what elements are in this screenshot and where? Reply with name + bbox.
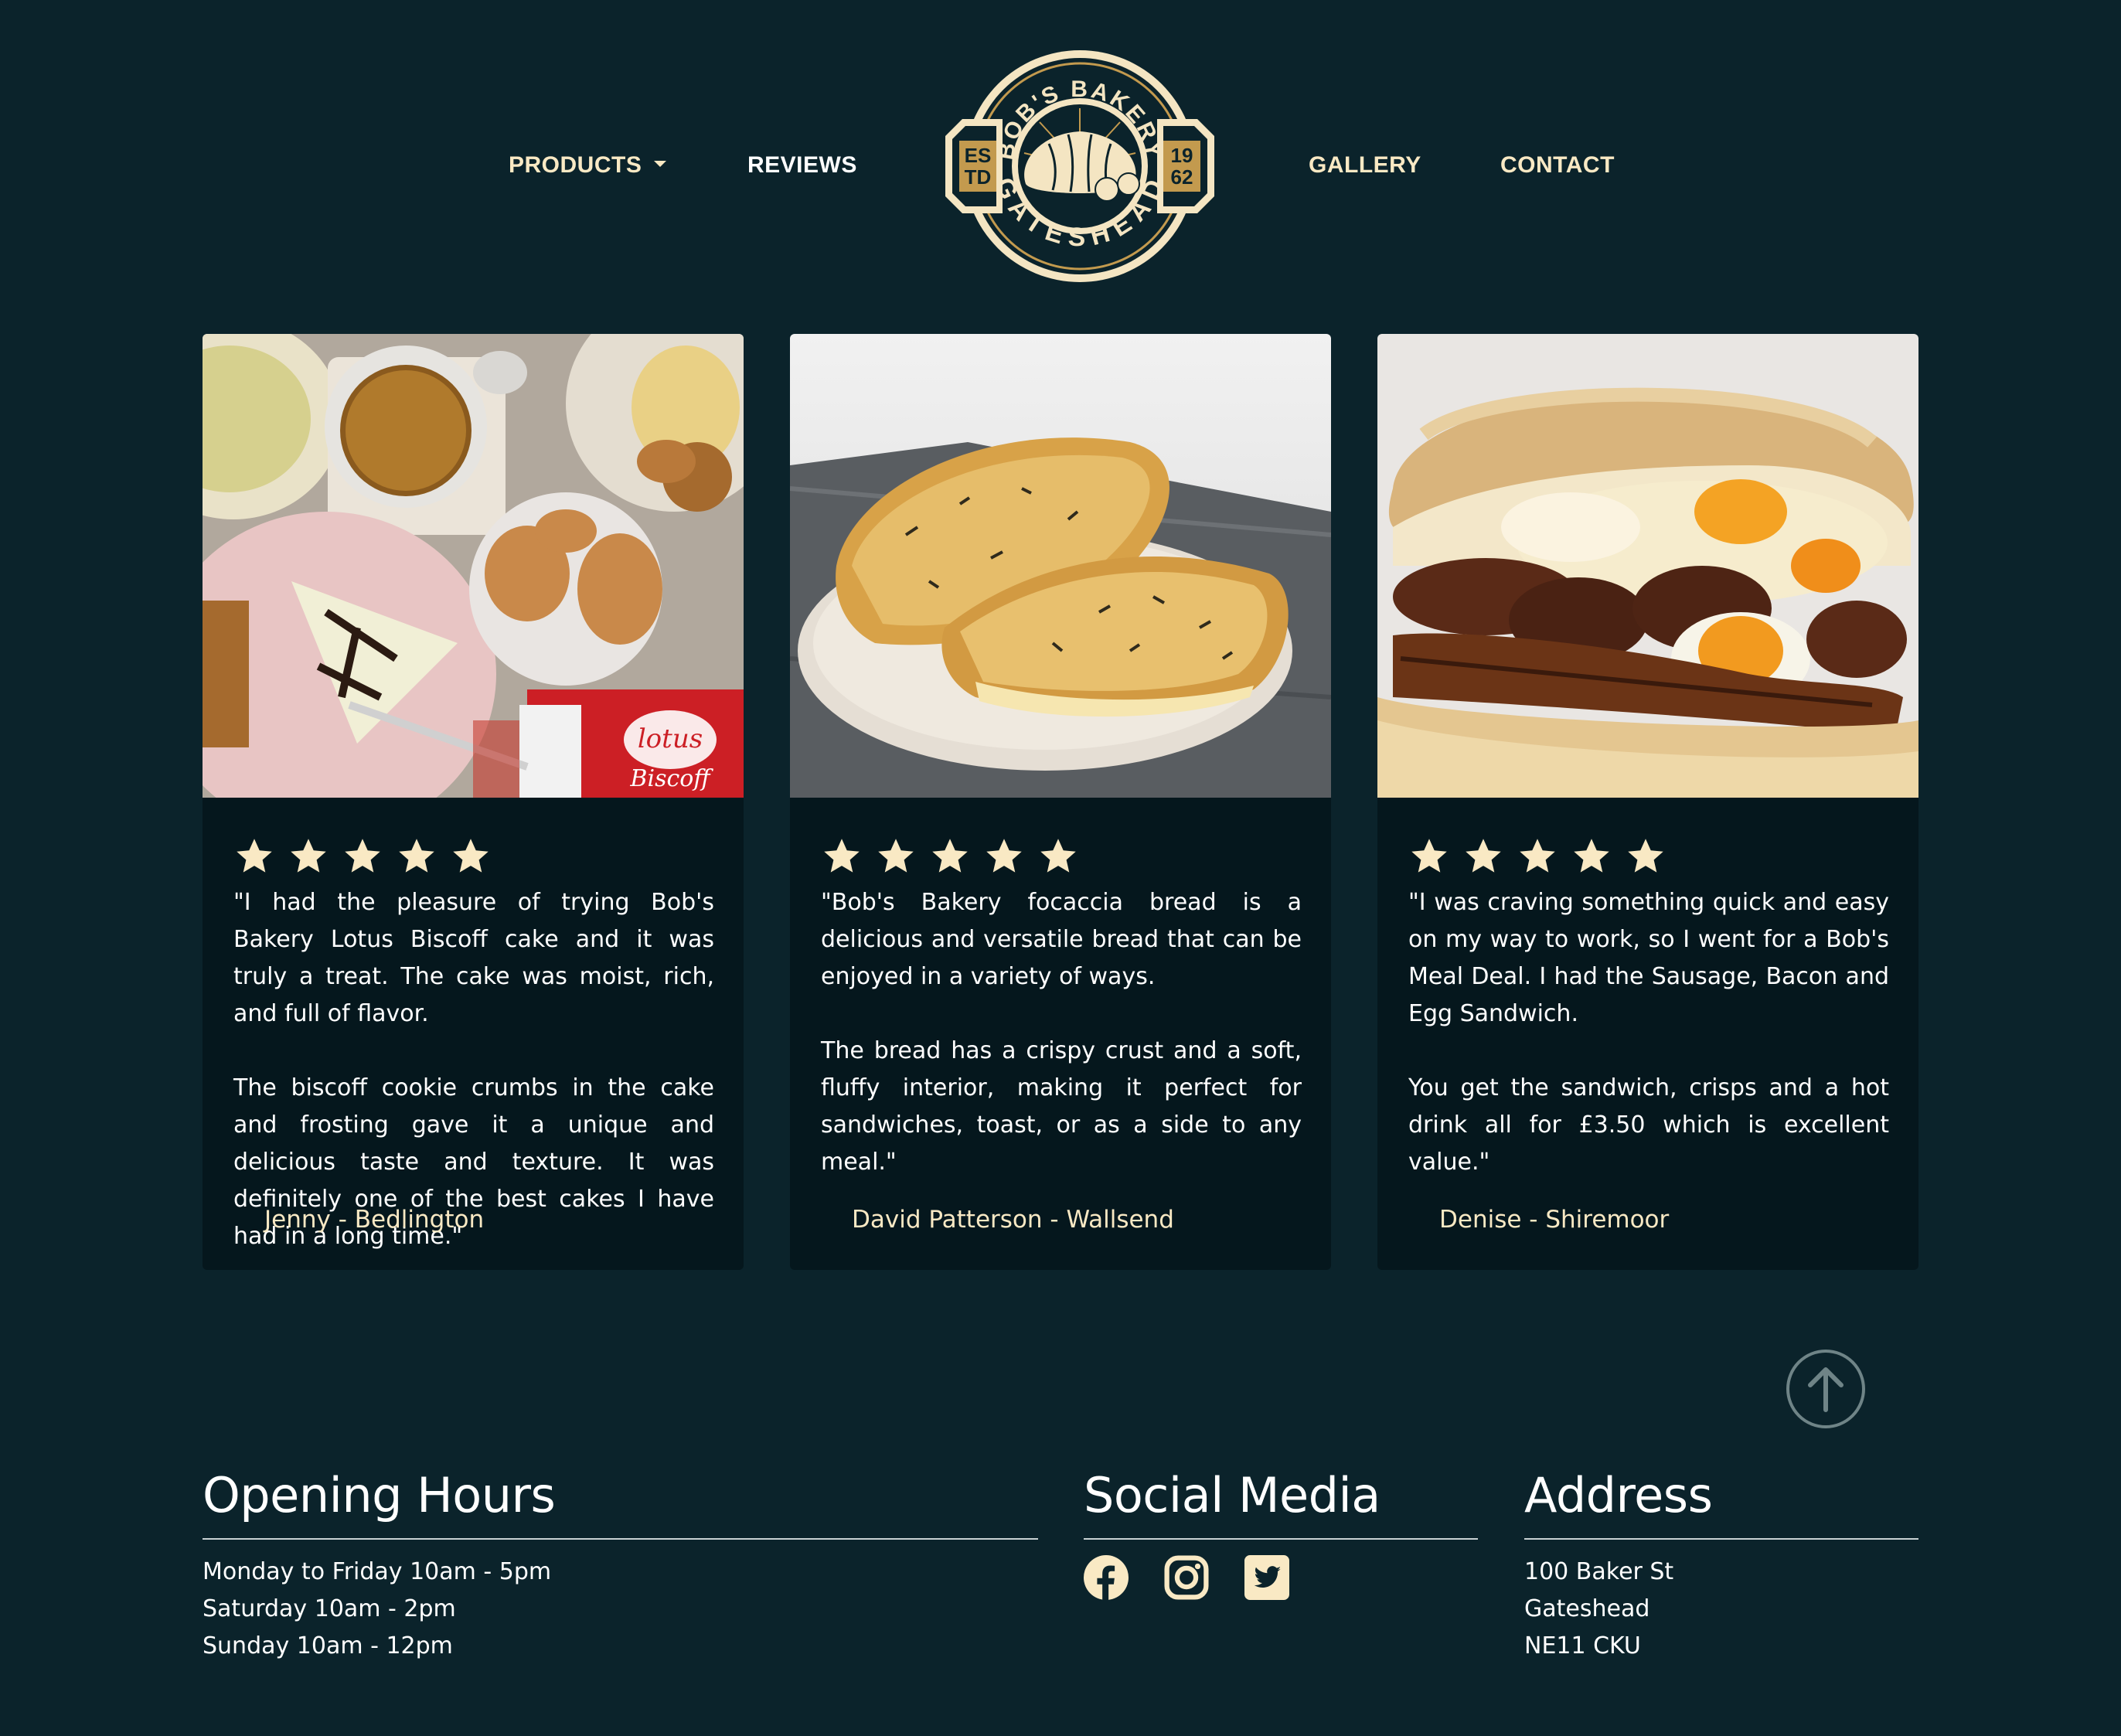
nav-reviews-link[interactable]: REVIEWS xyxy=(747,152,857,179)
divider xyxy=(1524,1538,1918,1540)
logo-emblem: ES TD 19 62 BOB'S BAKERY GATESHEAD xyxy=(945,50,1214,282)
nav-contact-link[interactable]: CONTACT xyxy=(1500,152,1615,179)
review-text: "Bob's Bakery focaccia bread is a delici… xyxy=(821,884,1302,1181)
divider xyxy=(1084,1538,1478,1540)
review-card: "I was craving something quick and easy … xyxy=(1377,334,1918,1270)
star-icon xyxy=(932,839,968,873)
svg-text:lotus: lotus xyxy=(638,723,703,754)
twitter-icon[interactable] xyxy=(1244,1555,1289,1600)
star-icon xyxy=(1520,839,1555,873)
opening-hours-line: Saturday 10am - 2pm xyxy=(203,1595,456,1622)
nav-gallery-link[interactable]: GALLERY xyxy=(1309,152,1421,179)
scroll-to-top-button[interactable] xyxy=(1786,1350,1865,1428)
star-icon xyxy=(1574,839,1609,873)
review-card: "Bob's Bakery focaccia bread is a delici… xyxy=(790,334,1331,1270)
star-icon xyxy=(1411,839,1447,873)
star-icon xyxy=(986,839,1022,873)
star-icon xyxy=(1628,839,1663,873)
instagram-icon[interactable] xyxy=(1164,1555,1209,1600)
review-text: "I had the pleasure of trying Bob's Bake… xyxy=(233,884,714,1255)
address-line: NE11 CKU xyxy=(1524,1632,1641,1659)
address-line: 100 Baker St xyxy=(1524,1558,1674,1585)
social-links xyxy=(1084,1555,1289,1600)
caret-down-icon xyxy=(654,161,667,168)
arrow-up-icon xyxy=(1808,1367,1844,1412)
review-author: David Patterson - Wallsend xyxy=(852,1206,1174,1234)
address-block: 100 Baker St Gateshead NE11 CKU xyxy=(1524,1554,1673,1665)
review-paragraph: "Bob's Bakery focaccia bread is a delici… xyxy=(821,889,1302,990)
star-icon xyxy=(237,839,272,873)
review-author: Jenny - Bedlington xyxy=(264,1206,485,1234)
opening-hours-line: Sunday 10am - 12pm xyxy=(203,1632,453,1659)
breakfast-sandwich-photo xyxy=(1377,334,1918,798)
divider xyxy=(203,1538,1038,1540)
review-author: Denise - Shiremoor xyxy=(1439,1206,1670,1234)
page: PRODUCTS REVIEWS ES TD 19 62 BOB'S BAKER… xyxy=(0,0,2121,1736)
star-icon xyxy=(1466,839,1501,873)
opening-hours-heading: Opening Hours xyxy=(203,1467,556,1523)
address-heading: Address xyxy=(1524,1467,1713,1523)
review-paragraph: "I had the pleasure of trying Bob's Bake… xyxy=(233,889,714,1027)
focaccia-bread-photo xyxy=(790,334,1331,798)
svg-text:62: 62 xyxy=(1171,165,1193,189)
opening-hours-line: Monday to Friday 10am - 5pm xyxy=(203,1558,552,1585)
star-icon xyxy=(453,839,489,873)
facebook-icon[interactable] xyxy=(1084,1555,1129,1600)
review-text: "I was craving something quick and easy … xyxy=(1408,884,1889,1181)
star-icon xyxy=(399,839,434,873)
review-paragraph: You get the sandwich, crisps and a hot d… xyxy=(1408,1074,1889,1176)
rating-stars xyxy=(1408,836,1666,877)
rating-stars xyxy=(233,836,492,877)
address-line: Gateshead xyxy=(1524,1595,1650,1622)
svg-text:Biscoff: Biscoff xyxy=(629,765,713,792)
review-paragraph: The bread has a crispy crust and a soft,… xyxy=(821,1037,1302,1176)
star-icon xyxy=(878,839,914,873)
rating-stars xyxy=(821,836,1079,877)
lotus-biscoff-cake-photo: lotus Biscoff xyxy=(203,334,744,798)
svg-text:19: 19 xyxy=(1171,144,1193,167)
nav-products-label: PRODUCTS xyxy=(509,152,642,178)
svg-text:TD: TD xyxy=(965,165,992,189)
social-media-heading: Social Media xyxy=(1084,1467,1381,1523)
nav-products-dropdown[interactable]: PRODUCTS xyxy=(509,152,667,179)
bakery-logo[interactable]: ES TD 19 62 BOB'S BAKERY GATESHEAD xyxy=(941,45,1219,288)
star-icon xyxy=(824,839,860,873)
star-icon xyxy=(345,839,380,873)
opening-hours-list: Monday to Friday 10am - 5pm Saturday 10a… xyxy=(203,1554,551,1665)
star-icon xyxy=(291,839,326,873)
svg-text:ES: ES xyxy=(965,144,992,167)
review-paragraph: "I was craving something quick and easy … xyxy=(1408,889,1889,1027)
review-card: lotus Biscoff "I had the pleasure of try… xyxy=(203,334,744,1270)
star-icon xyxy=(1040,839,1076,873)
